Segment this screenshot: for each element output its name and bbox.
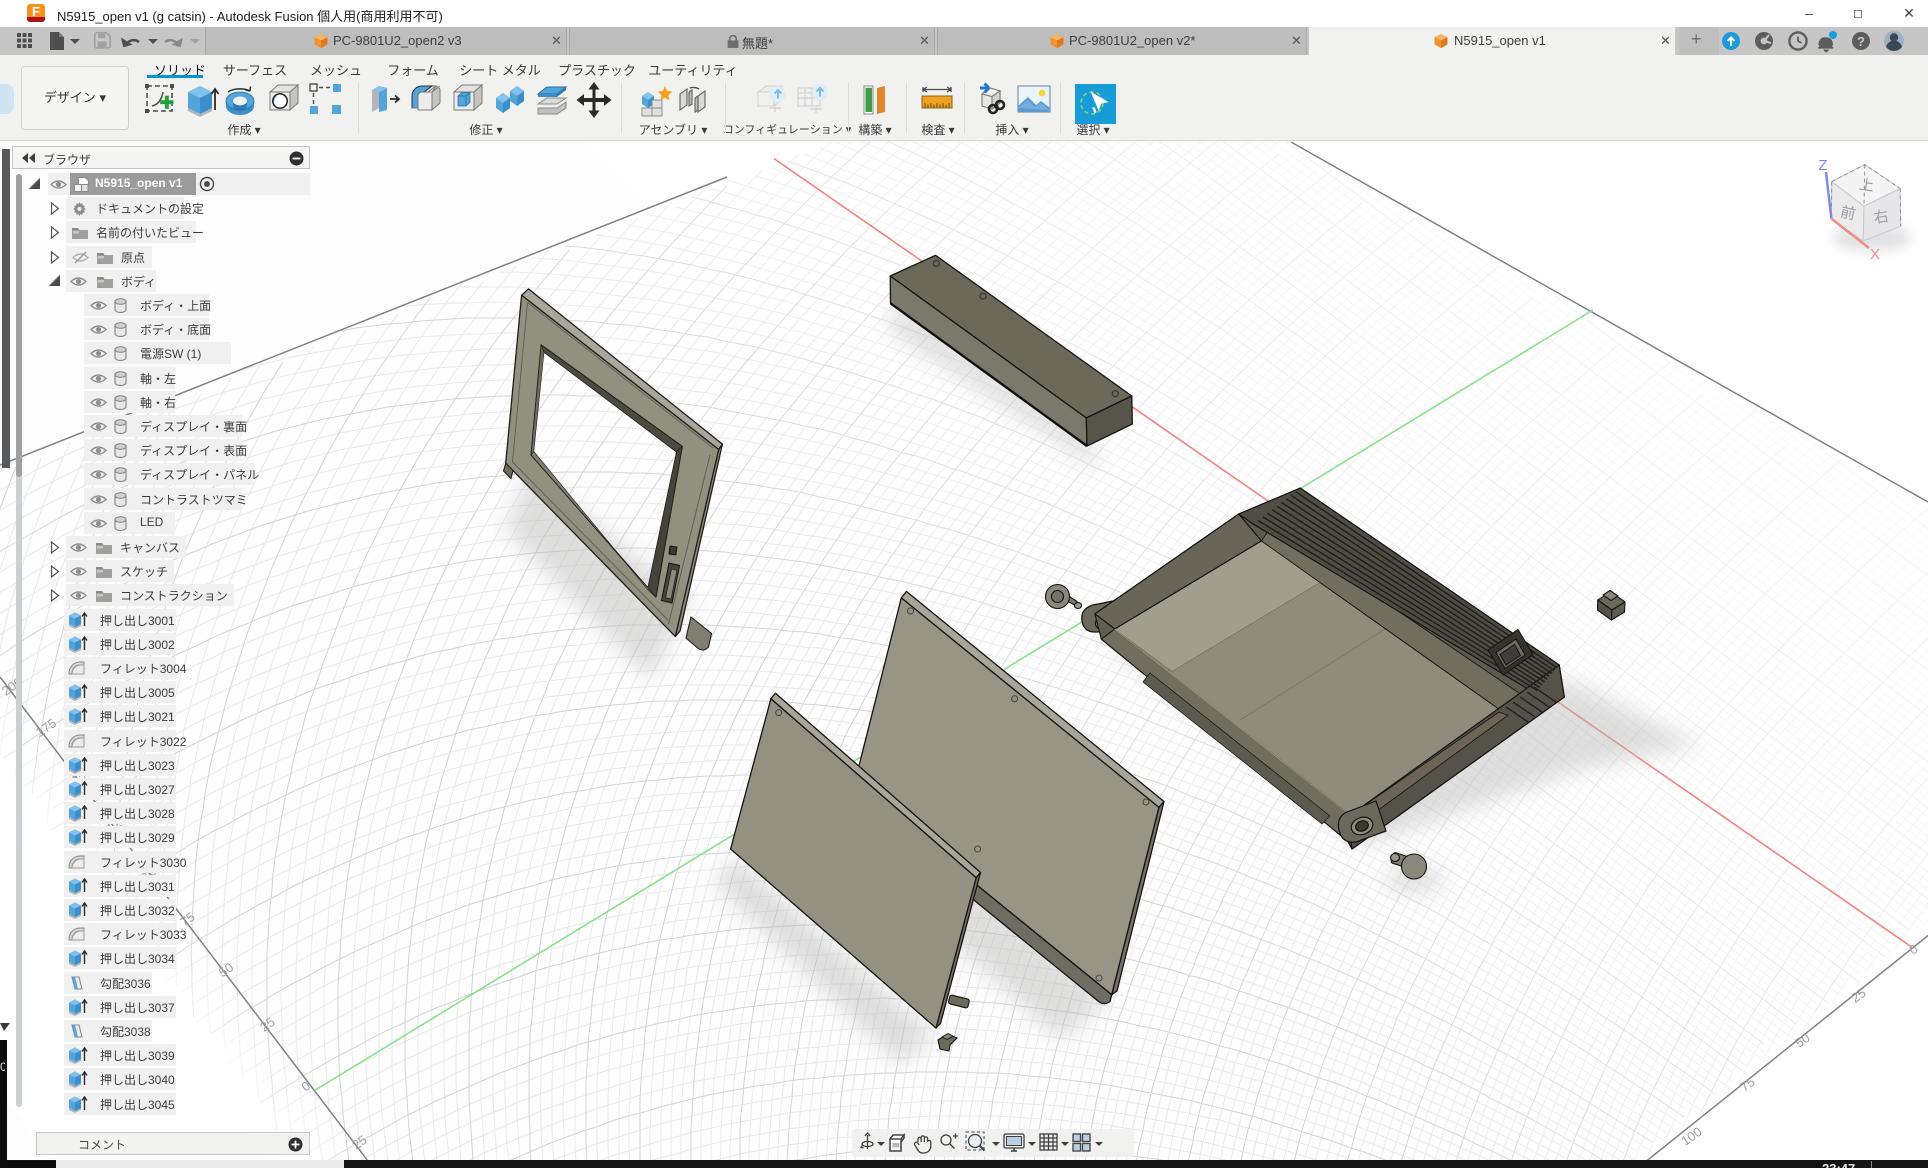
svg-text:上: 上: [1858, 176, 1875, 195]
svg-text:Z: Z: [1818, 157, 1827, 174]
svg-text:X: X: [1870, 246, 1880, 263]
svg-text:?: ?: [1857, 34, 1865, 49]
svg-text:右: 右: [1872, 208, 1890, 227]
